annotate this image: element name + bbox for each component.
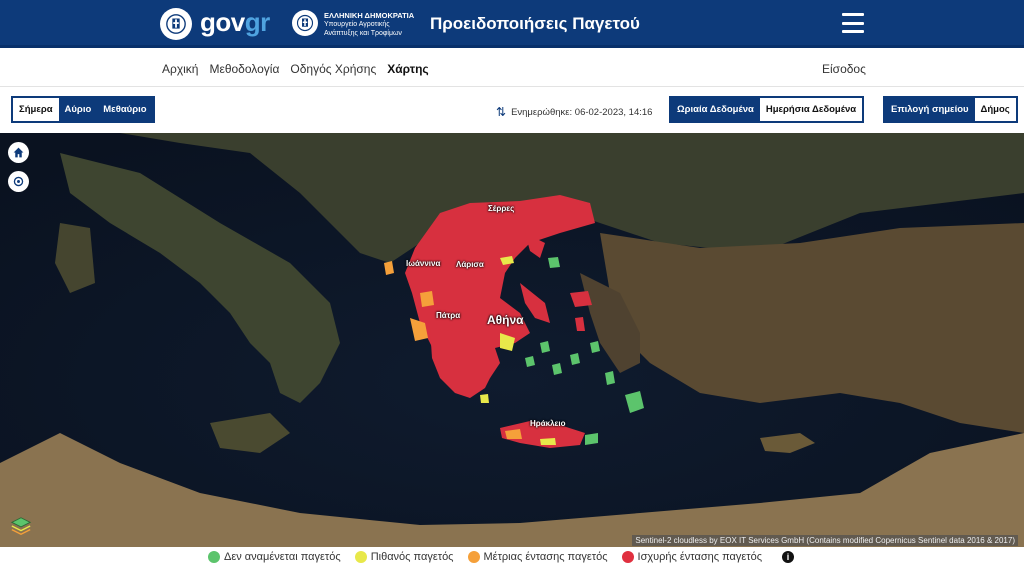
legend-item: Ισχυρής έντασης παγετός (621, 551, 763, 563)
crete-yellow (540, 438, 556, 445)
hourly-data-button[interactable]: Ωριαία Δεδομένα (671, 98, 760, 121)
last-updated-text: Ενημερώθηκε: 06-02-2023, 14:16 (511, 106, 653, 118)
top-header: govgr ΕΛΛΗΝΙΚΗ ΔΗΜΟΚΡΑΤΙΑ Υπουργείο Αγρο… (0, 0, 1024, 48)
frost-legend: Δεν αναμένεται παγετός Πιθανός παγετός Μ… (0, 547, 1024, 567)
label-larisa: Λάρισα (456, 260, 484, 269)
municipality-button[interactable]: Δήμος (974, 98, 1016, 121)
legend-item: Πιθανός παγετός (354, 551, 454, 563)
refresh-icon[interactable]: ⇅ (496, 105, 506, 119)
map-controls-bar: Σήμερα Αύριο Μεθαύριο ⇅ Ενημερώθηκε: 06-… (0, 88, 1024, 133)
app-title: Προειδοποιήσεις Παγετού (430, 14, 640, 33)
day-today-button[interactable]: Σήμερα (13, 98, 59, 121)
govgr-logo[interactable]: govgr (200, 7, 270, 38)
daily-data-button[interactable]: Ημερήσια Δεδομένα (759, 98, 863, 121)
main-nav: Αρχική Μεθοδολογία Οδηγός Χρήσης Χάρτης … (0, 51, 1024, 87)
map-locate-button[interactable] (8, 171, 29, 192)
legend-dot-strong-frost (621, 551, 634, 563)
day-selector: Σήμερα Αύριο Μεθαύριο (11, 96, 155, 123)
map-attribution: Sentinel-2 cloudless by EOX IT Services … (632, 535, 1018, 546)
legend-label: Πιθανός παγετός (370, 551, 454, 563)
point-select-button[interactable]: Επιλογή σημείου (885, 98, 975, 121)
label-irakleio: Ηράκλειο (530, 419, 566, 428)
ministry-line2: Υπουργείο Αγροτικής Ανάπτυξης και Τροφίμ… (324, 21, 402, 37)
nav-home[interactable]: Αρχική (162, 62, 198, 76)
brand-gr: gr (244, 7, 271, 37)
legend-label: Ισχυρής έντασης παγετός (637, 551, 763, 563)
legend-item: Δεν αναμένεται παγετός (208, 551, 341, 563)
layers-icon[interactable] (10, 515, 32, 537)
ministry-name: ΕΛΛΗΝΙΚΗ ΔΗΜΟΚΡΑΤΙΑ Υπουργείο Αγροτικής … (324, 11, 424, 38)
label-patra: Πάτρα (436, 311, 461, 320)
greek-emblem-icon (160, 8, 192, 40)
day-after-tomorrow-button[interactable]: Μεθαύριο (97, 98, 153, 121)
frost-map[interactable]: Σέρρες Ιωάννινα Λάρισα Πάτρα Αθήνα Ηράκλ… (0, 133, 1024, 547)
label-athina: Αθήνα (487, 313, 524, 327)
info-icon[interactable]: i (782, 551, 795, 563)
day-tomorrow-button[interactable]: Αύριο (58, 98, 98, 121)
legend-dot-possible-frost (354, 551, 367, 563)
brand-gov: gov (200, 7, 245, 37)
nav-methodology[interactable]: Μεθοδολογία (209, 62, 279, 76)
crete-green (585, 433, 598, 445)
last-updated: ⇅ Ενημερώθηκε: 06-02-2023, 14:16 (496, 105, 652, 119)
home-icon (13, 147, 24, 158)
kythira-yellow (480, 394, 489, 403)
aitoloakarnania-orange (420, 291, 434, 307)
nav-user-guide[interactable]: Οδηγός Χρήσης (290, 62, 376, 76)
map-home-button[interactable] (8, 142, 29, 163)
map-canvas[interactable] (0, 133, 1024, 547)
ministry-emblem-icon (292, 10, 318, 36)
label-ioannina: Ιωάννινα (406, 259, 441, 268)
legend-dot-no-frost (208, 551, 220, 563)
ministry-line1: ΕΛΛΗΝΙΚΗ ΔΗΜΟΚΡΑΤΙΑ (324, 11, 415, 20)
hamburger-icon[interactable] (842, 13, 864, 33)
nav-map[interactable]: Χάρτης (387, 62, 428, 76)
data-type-selector: Ωριαία Δεδομένα Ημερήσια Δεδομένα (669, 96, 865, 123)
login-link[interactable]: Είσοδος (822, 62, 866, 76)
legend-dot-moderate-frost (467, 551, 480, 563)
selection-mode-selector: Επιλογή σημείου Δήμος (883, 96, 1018, 123)
label-serres: Σέρρες (488, 204, 515, 213)
locate-icon (13, 176, 24, 187)
legend-label: Δεν αναμένεται παγετός (224, 551, 341, 563)
limnos (548, 257, 560, 268)
legend-label: Μέτριας έντασης παγετός (483, 551, 608, 563)
legend-item: Μέτριας έντασης παγετός (467, 551, 608, 563)
